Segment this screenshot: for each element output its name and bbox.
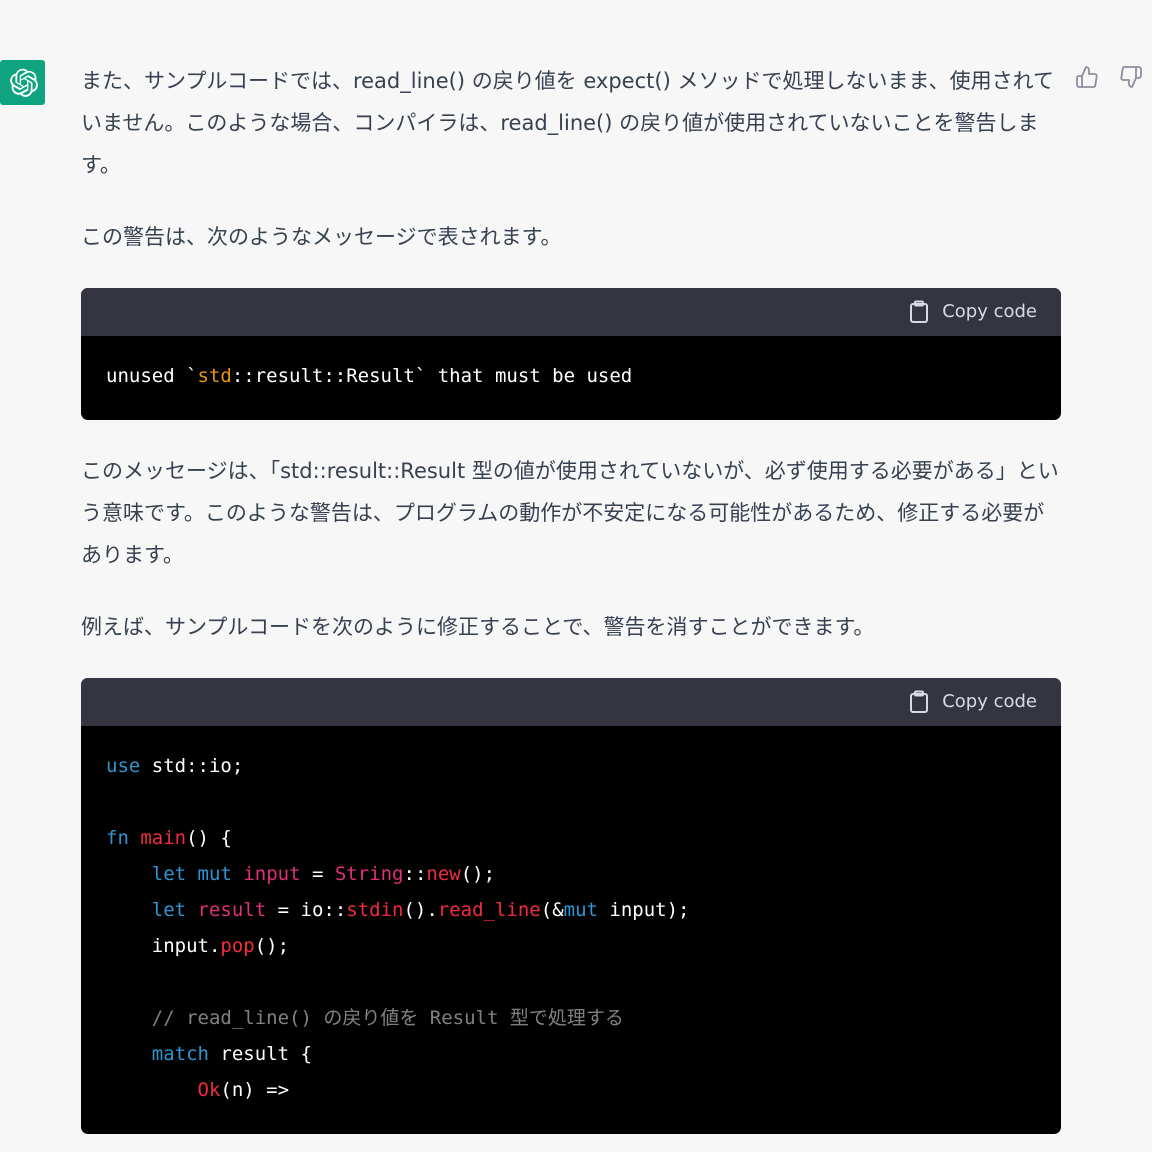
code-function: pop [220,935,255,957]
code-text: std [197,365,232,387]
clipboard-icon [910,690,929,713]
code-text: () { [186,827,232,849]
code-function: stdin [346,899,404,921]
code-function: new [426,863,461,885]
code-text: input. [151,935,221,957]
code-keyword: let [151,899,187,921]
code-text: ::result::Result` that must be used [231,365,633,387]
paragraph-warning-intro: この警告は、次のようなメッセージで表されます。 [81,225,562,249]
code-text: (& [540,899,564,921]
paragraph-read-line-warning: また、サンプルコードでは、read_line() の戻り値を expect() … [81,69,1054,177]
code-comment: // read_line() の戻り値を Result 型で処理する [151,1007,624,1029]
assistant-message-row: また、サンプルコードでは、read_line() の戻り値を expect() … [0,0,1152,1152]
code-text: (). [403,899,438,921]
feedback-buttons [1074,64,1144,90]
copy-code-label: Copy code [942,691,1037,712]
paragraph-fix-intro: 例えば、サンプルコードを次のように修正することで、警告を消すことができます。 [81,615,875,639]
code-body: unused `std::result::Result` that must b… [81,336,1061,416]
code-text: (); [254,935,290,957]
code-block-header: Copy code [81,678,1061,726]
code-keyword: match [151,1043,209,1065]
copy-code-label: Copy code [942,301,1037,322]
clipboard-icon [910,300,929,323]
code-block-header: Copy code [81,288,1061,336]
message-content: また、サンプルコードでは、read_line() の戻り値を expect() … [81,60,1061,1134]
code-type: String [334,863,404,885]
code-keyword: mut [197,863,232,885]
code-type: Ok [197,1079,221,1101]
code-text: = io:: [266,899,347,921]
chatgpt-avatar [0,60,45,105]
paragraph-message-explanation: このメッセージは、「std::result::Result 型の値が使用されてい… [81,459,1059,567]
code-keyword: mut [563,899,598,921]
code-keyword: use [106,755,141,777]
copy-code-button[interactable]: Copy code [908,681,1037,723]
code-text: std::io; [140,755,244,777]
code-body: use std::io; fn main() { let mut input =… [81,726,1061,1130]
code-function: main [140,827,187,849]
openai-logo-icon [9,68,38,97]
code-keyword: fn [106,827,129,849]
code-text: result { [208,1043,312,1065]
code-variable: input [243,863,301,885]
thumbs-down-icon[interactable] [1118,64,1144,90]
code-function: read_line [437,899,541,921]
code-block-fixed-sample: Copy code use std::io; fn main() { let m… [81,678,1061,1134]
thumbs-up-icon[interactable] [1074,64,1100,90]
code-text: (n) => [220,1079,290,1101]
code-text: :: [403,863,427,885]
code-text: (); [460,863,496,885]
code-text: unused ` [106,365,198,387]
code-block-warning: Copy code unused `std::result::Result` t… [81,288,1061,420]
code-variable: result [197,899,267,921]
code-text: input); [597,899,690,921]
code-keyword: let [151,863,187,885]
copy-code-button[interactable]: Copy code [908,291,1037,333]
code-text: = [300,863,335,885]
